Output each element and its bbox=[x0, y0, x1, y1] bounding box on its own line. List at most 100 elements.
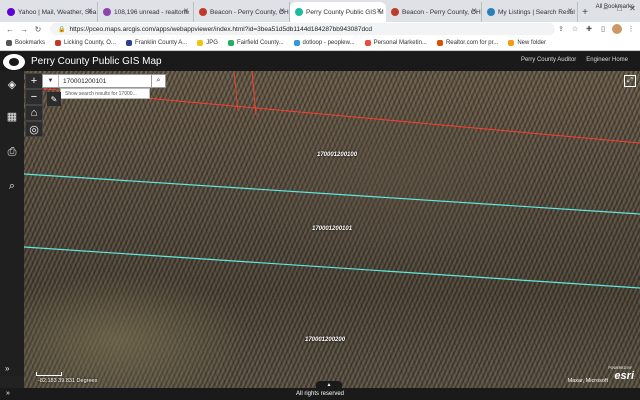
chevron-down-icon[interactable]: ▼ bbox=[43, 75, 59, 87]
footer: All rights reserved bbox=[0, 388, 640, 400]
search-input[interactable]: 170001200101 bbox=[59, 78, 155, 85]
footer-text: All rights reserved bbox=[295, 391, 345, 397]
parcel-boundary-red-vertical-2 bbox=[233, 71, 239, 112]
tab-label: 108,196 unread - realtorte bbox=[114, 8, 190, 16]
parcel-boundary-cyan-1 bbox=[24, 173, 640, 215]
bookmark-item[interactable]: Licking County, O... bbox=[55, 40, 116, 46]
browser-tab[interactable]: Yahoo | Mail, Weather, Sea ✕ bbox=[2, 2, 98, 22]
parcel-label: 170001200100 bbox=[317, 152, 358, 158]
engineer-link[interactable]: Engineer Home bbox=[586, 57, 628, 63]
tab-close-icon[interactable]: ✕ bbox=[376, 7, 382, 15]
auditor-link[interactable]: Perry County Auditor bbox=[521, 57, 576, 63]
coordinate-readout: -82.183 39.831 Degrees bbox=[38, 378, 98, 384]
esri-logo: esri bbox=[614, 370, 634, 382]
county-logo bbox=[3, 53, 25, 70]
tab-close-icon[interactable]: ✕ bbox=[183, 7, 189, 15]
bookmark-item[interactable]: New folder bbox=[508, 40, 546, 46]
tab-label: Beacon - Perry County, OH bbox=[402, 8, 481, 16]
bookmark-item[interactable]: dotloop - peoplew... bbox=[293, 40, 355, 46]
bookmark-icon bbox=[227, 40, 234, 46]
star-icon[interactable]: ☆ bbox=[570, 23, 580, 35]
url-text: https://pceo.maps.arcgis.com/apps/webapp… bbox=[69, 25, 373, 33]
scale-bar bbox=[36, 372, 62, 376]
basemap-icon[interactable]: ▦ bbox=[5, 109, 19, 123]
bookmark-item[interactable]: Realtor.com for pr... bbox=[436, 40, 499, 46]
browser-tab[interactable]: 108,196 unread - realtorte ✕ bbox=[98, 2, 194, 22]
parcel-search: ▼ 170001200101 ✕ bbox=[42, 74, 166, 88]
tab-favicon-icon bbox=[487, 8, 495, 16]
extensions-icon[interactable]: ✚ bbox=[584, 23, 594, 35]
page-title: Perry County Public GIS Map bbox=[31, 56, 162, 67]
sidepanel-icon[interactable]: ▯ bbox=[598, 23, 608, 35]
search-suggestion[interactable]: Show search results for 17000... bbox=[60, 88, 150, 99]
reload-icon[interactable]: ↻ bbox=[32, 23, 44, 35]
bookmark-item[interactable]: Franklin County A... bbox=[125, 40, 188, 46]
bookmark-icon bbox=[197, 40, 204, 46]
bookmark-icon bbox=[6, 40, 12, 46]
bookmark-icon bbox=[125, 40, 132, 46]
fullscreen-icon[interactable]: ⤢ bbox=[624, 75, 636, 87]
tab-label: Perry County Public GIS M bbox=[306, 8, 384, 16]
avatar[interactable] bbox=[612, 24, 622, 34]
browser-tab[interactable]: My Listings | Search Resul ✕ bbox=[482, 2, 578, 22]
tab-close-icon[interactable]: ✕ bbox=[567, 7, 573, 15]
bookmark-label: Licking County, O... bbox=[64, 40, 116, 46]
bookmark-label: Fairfield County... bbox=[236, 40, 284, 46]
query-icon[interactable]: ⌕ bbox=[5, 179, 19, 193]
back-icon[interactable]: ← bbox=[4, 23, 16, 35]
tab-close-icon[interactable]: ✕ bbox=[87, 7, 93, 15]
bookmark-item[interactable]: Fairfield County... bbox=[227, 40, 284, 46]
tab-favicon-icon bbox=[295, 8, 303, 16]
attribution: Maxar, Microsoft bbox=[567, 378, 608, 384]
print-icon[interactable]: ⎙ bbox=[5, 145, 19, 159]
tab-favicon-icon bbox=[199, 8, 207, 16]
bookmark-item[interactable]: JPG bbox=[197, 40, 218, 46]
forward-icon[interactable]: → bbox=[18, 23, 30, 35]
bookmark-icon bbox=[55, 40, 62, 46]
bookmark-icon bbox=[508, 40, 515, 46]
browser-tab[interactable]: Beacon - Perry County, OH ✕ bbox=[194, 2, 290, 22]
home-button[interactable]: ⌂ bbox=[25, 105, 43, 121]
tab-label: Beacon - Perry County, OH bbox=[210, 8, 289, 16]
bookmark-label: dotloop - peoplew... bbox=[302, 40, 355, 46]
lock-icon: 🔒 bbox=[58, 26, 66, 33]
browser-tab-strip: Yahoo | Mail, Weather, Sea ✕ 108,196 unrea… bbox=[0, 0, 640, 22]
browser-tab[interactable]: Perry County Public GIS M ✕ bbox=[290, 2, 386, 22]
tab-close-icon[interactable]: ✕ bbox=[471, 7, 477, 15]
browser-tab[interactable]: Beacon - Perry County, OH ✕ bbox=[386, 2, 482, 22]
measure-icon[interactable]: ✎ bbox=[47, 92, 61, 106]
share-icon[interactable]: ⇪ bbox=[556, 23, 566, 35]
url-input[interactable]: 🔒 https://pceo.maps.arcgis.com/apps/weba… bbox=[50, 23, 555, 35]
layers-icon[interactable]: ◈ bbox=[5, 77, 19, 91]
tab-favicon-icon bbox=[391, 8, 399, 16]
bookmark-label: JPG bbox=[206, 40, 218, 46]
map-view[interactable]: 170001200100 170001200101 170001200200 +… bbox=[24, 71, 640, 388]
tab-label: My Listings | Search Resul bbox=[498, 8, 575, 16]
bookmark-label: Personal Marketin... bbox=[373, 40, 427, 46]
footer-expand-icon[interactable]: » bbox=[6, 390, 10, 397]
bookmark-icon bbox=[293, 40, 300, 46]
bookmark-label: New folder bbox=[517, 40, 546, 46]
all-bookmarks-link[interactable]: All Bookmarks bbox=[596, 4, 634, 10]
zoom-in-button[interactable]: + bbox=[25, 73, 43, 89]
bookmarks-bar: Bookmarks Licking County, O... Franklin Co… bbox=[0, 36, 640, 51]
parcel-boundary-cyan-2 bbox=[24, 246, 640, 289]
search-button[interactable]: ⌕ bbox=[151, 74, 166, 88]
locate-button[interactable]: ◎ bbox=[25, 121, 43, 137]
bookmark-label: Realtor.com for pr... bbox=[445, 40, 499, 46]
parcel-label: 170001200200 bbox=[305, 337, 346, 343]
tab-close-icon[interactable]: ✕ bbox=[279, 7, 285, 15]
tab-favicon-icon bbox=[7, 8, 15, 16]
bookmark-item[interactable]: Personal Marketin... bbox=[364, 40, 427, 46]
expand-toolbar-icon[interactable]: » bbox=[5, 364, 9, 373]
bookmark-icon bbox=[436, 40, 443, 46]
left-toolbar: ◈ ▦ ⎙ ⌕ » bbox=[0, 71, 24, 376]
tab-label: Yahoo | Mail, Weather, Sea bbox=[18, 8, 97, 16]
zoom-out-button[interactable]: − bbox=[25, 89, 43, 105]
bookmark-label: Franklin County A... bbox=[134, 40, 188, 46]
bookmark-item[interactable]: Bookmarks bbox=[6, 40, 45, 46]
menu-icon[interactable]: ⋮ bbox=[626, 23, 636, 35]
bookmark-label: Bookmarks bbox=[15, 40, 46, 46]
parcel-label: 170001200101 bbox=[312, 226, 353, 232]
new-tab-icon[interactable]: + bbox=[578, 2, 592, 22]
